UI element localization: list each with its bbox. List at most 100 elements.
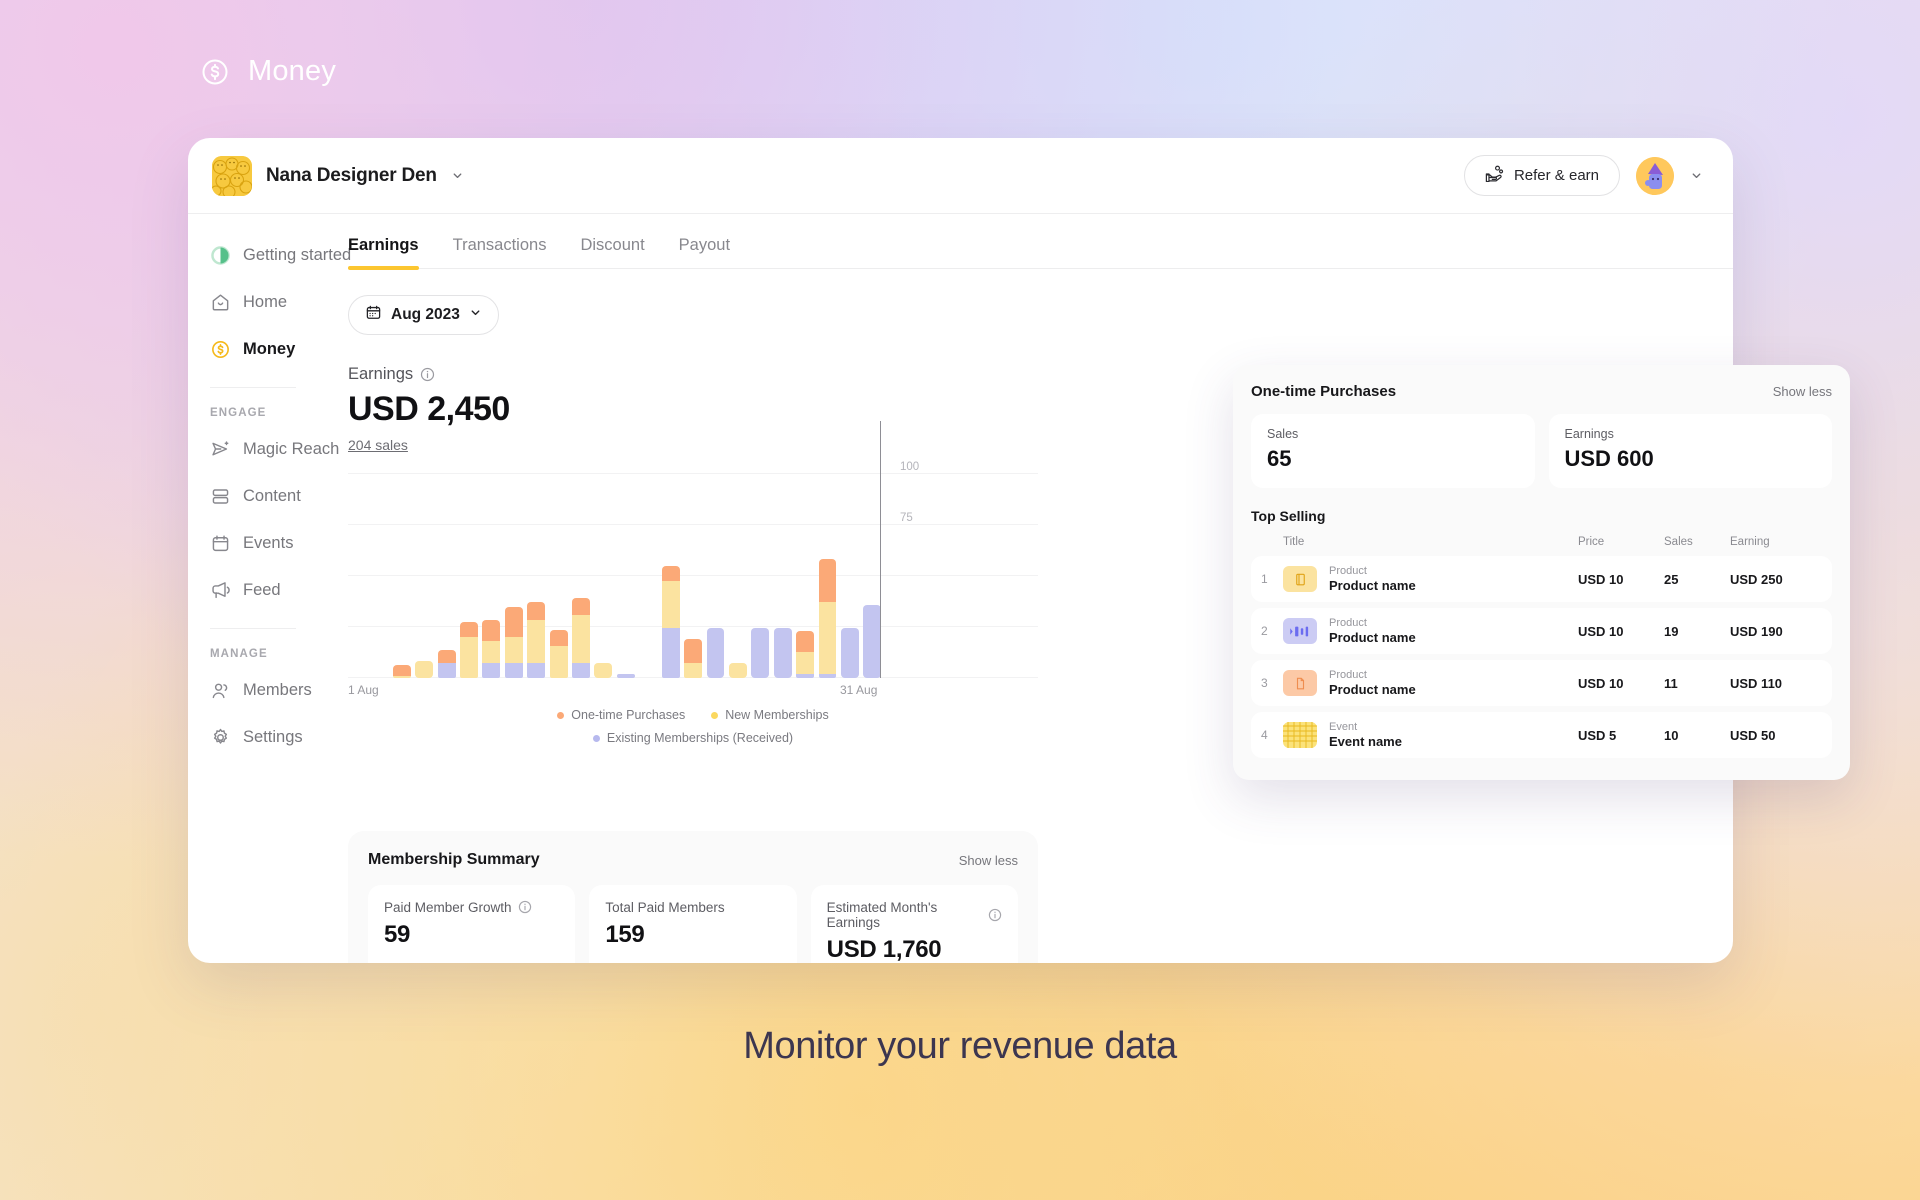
chart-bar bbox=[840, 627, 859, 678]
sidebar-section-manage: MANAGE bbox=[210, 648, 268, 660]
brand-header: Money bbox=[200, 55, 336, 88]
tab-transactions[interactable]: Transactions bbox=[453, 236, 547, 268]
wizard-avatar[interactable] bbox=[1636, 156, 1674, 195]
chart-bar bbox=[796, 631, 815, 678]
sidebar-item-content[interactable]: Content bbox=[188, 473, 318, 520]
user-menu-chevron-icon[interactable] bbox=[1690, 169, 1703, 182]
chart-bar-segment bbox=[437, 663, 456, 678]
info-icon[interactable] bbox=[420, 367, 435, 382]
chart-bar bbox=[773, 627, 792, 678]
chart-bar-segment bbox=[773, 627, 792, 678]
table-row[interactable]: 4 Event Event name USD 5 10 USD 50 bbox=[1251, 712, 1832, 758]
row-kind: Product bbox=[1329, 617, 1367, 629]
sidebar-item-feed[interactable]: Feed bbox=[188, 567, 318, 614]
chart-bar-segment bbox=[661, 627, 680, 678]
card-rows: Monthly 56 Annually 4 Unsubscribed 1 bbox=[384, 962, 559, 963]
table-row[interactable]: 3 Product Product name USD 10 11 USD 110 bbox=[1251, 660, 1832, 706]
tab-discount[interactable]: Discount bbox=[580, 236, 644, 268]
chart-bar-segment bbox=[661, 566, 680, 582]
chart-bar bbox=[527, 601, 546, 678]
info-icon[interactable] bbox=[518, 900, 533, 915]
card-estimated-months-earnings: Estimated Month's Earnings USD 1,760 New bbox=[810, 885, 1018, 963]
row-title-cell: Product Product name bbox=[1283, 669, 1578, 697]
sidebar-item-events[interactable]: Events bbox=[188, 520, 318, 567]
sidebar-label: Members bbox=[243, 681, 312, 699]
row-names: Product Product name bbox=[1329, 617, 1416, 645]
one-time-purchases-title: One-time Purchases bbox=[1251, 383, 1397, 400]
row-names: Product Product name bbox=[1329, 669, 1416, 697]
card-value: 159 bbox=[605, 921, 645, 948]
chart-bar-segment bbox=[549, 629, 568, 647]
chart-bar-segment bbox=[616, 674, 635, 678]
stacked-rows-icon bbox=[210, 486, 231, 507]
one-time-purchases-show-less[interactable]: Show less bbox=[1773, 384, 1832, 399]
row-title-cell: Event Event name bbox=[1283, 721, 1578, 749]
chart-bar-segment bbox=[796, 674, 815, 678]
sidebar-item-settings[interactable]: Settings bbox=[188, 714, 318, 761]
col-price: Price bbox=[1578, 536, 1605, 548]
card-paid-member-growth: Paid Member Growth 59 Monthly 56 bbox=[368, 885, 576, 963]
chevron-down-icon bbox=[469, 306, 482, 324]
sidebar-item-getting-started[interactable]: Getting started bbox=[188, 232, 351, 279]
one-time-purchases-panel: One-time Purchases Show less Sales 65 Ea… bbox=[1233, 365, 1850, 780]
card-label: Estimated Month's Earnings bbox=[826, 900, 938, 930]
refer-and-earn-button[interactable]: Refer & earn bbox=[1463, 155, 1620, 196]
card-label-row: Estimated Month's Earnings bbox=[827, 900, 1002, 930]
refer-and-earn-label: Refer & earn bbox=[1513, 167, 1599, 184]
chart-bar bbox=[460, 622, 478, 678]
workspace-switcher[interactable]: Nana Designer Den bbox=[212, 155, 464, 196]
chart-bar-segment bbox=[796, 631, 815, 652]
megaphone-icon bbox=[210, 580, 231, 601]
row-title-cell: Product Product name bbox=[1283, 617, 1578, 645]
membership-summary-card: Membership Summary Show less Paid Member… bbox=[348, 831, 1038, 963]
legend-item-existing-memberships: Existing Memberships (Received) bbox=[592, 731, 793, 745]
chart-bar-segment bbox=[504, 637, 523, 664]
chart-bar bbox=[684, 638, 702, 678]
membership-summary-show-less[interactable]: Show less bbox=[959, 853, 1018, 868]
chart-bar bbox=[661, 566, 680, 678]
topbar-actions: Refer & earn bbox=[1463, 155, 1703, 196]
chart-bar-segment bbox=[706, 627, 725, 678]
x-axis-end-label: 31 Aug bbox=[840, 683, 878, 697]
tab-earnings[interactable]: Earnings bbox=[348, 236, 419, 270]
chart-bar-segment bbox=[482, 620, 501, 641]
tab-bar: Earnings Transactions Discount Payout bbox=[348, 214, 1733, 270]
legend-dot bbox=[711, 711, 719, 719]
row-names: Product Product name bbox=[1329, 565, 1416, 593]
chart-bar bbox=[751, 627, 770, 678]
chart-bar bbox=[572, 597, 590, 678]
file-icon bbox=[1283, 670, 1317, 696]
table-row[interactable]: 2 Product Product name USD 10 19 USD 190 bbox=[1251, 608, 1832, 654]
chart-bar-segment bbox=[482, 640, 501, 664]
chart-bar-segment bbox=[504, 663, 523, 678]
page-caption: Monitor your revenue data bbox=[743, 1025, 1177, 1067]
row-price: USD 10 bbox=[1578, 675, 1624, 691]
chart-bar bbox=[616, 674, 635, 678]
row-sales: 25 bbox=[1664, 571, 1679, 587]
card-value: USD 1,760 bbox=[826, 936, 942, 963]
chart-bar-segment bbox=[415, 661, 434, 678]
table-row[interactable]: 1 Product Product name USD 10 25 USD 250 bbox=[1251, 556, 1832, 602]
sidebar-item-money[interactable]: Money bbox=[188, 326, 318, 373]
tab-payout[interactable]: Payout bbox=[679, 236, 730, 268]
card-rows: Monthly 84.9% (135) Annually 14.3% (20) bbox=[605, 962, 780, 963]
sidebar-item-members[interactable]: Members bbox=[188, 667, 318, 714]
chart-bar-segment bbox=[482, 663, 501, 678]
y-tick-100: 100 bbox=[900, 461, 920, 473]
sidebar-item-home[interactable]: Home bbox=[188, 279, 318, 326]
row-name: Product name bbox=[1329, 578, 1416, 593]
membership-summary-title: Membership Summary bbox=[368, 851, 540, 868]
chevron-down-icon[interactable] bbox=[451, 169, 464, 182]
card-label: Paid Member Growth bbox=[384, 900, 512, 915]
chart-bar-segment bbox=[661, 581, 680, 628]
legend-row-1: One-time Purchases New Memberships bbox=[557, 708, 829, 722]
book-icon bbox=[1283, 566, 1317, 592]
date-range-selector[interactable]: Aug 2023 bbox=[348, 295, 499, 335]
sidebar-item-magic-reach[interactable]: Magic Reach bbox=[188, 426, 339, 473]
info-icon[interactable] bbox=[988, 908, 1002, 923]
earnings-sales-link[interactable]: 204 sales bbox=[348, 437, 408, 453]
chart-bar bbox=[706, 627, 725, 678]
chart-bar-segment bbox=[460, 622, 478, 637]
card-label: Total Paid Members bbox=[605, 900, 725, 915]
stat-label: Sales bbox=[1267, 427, 1299, 441]
